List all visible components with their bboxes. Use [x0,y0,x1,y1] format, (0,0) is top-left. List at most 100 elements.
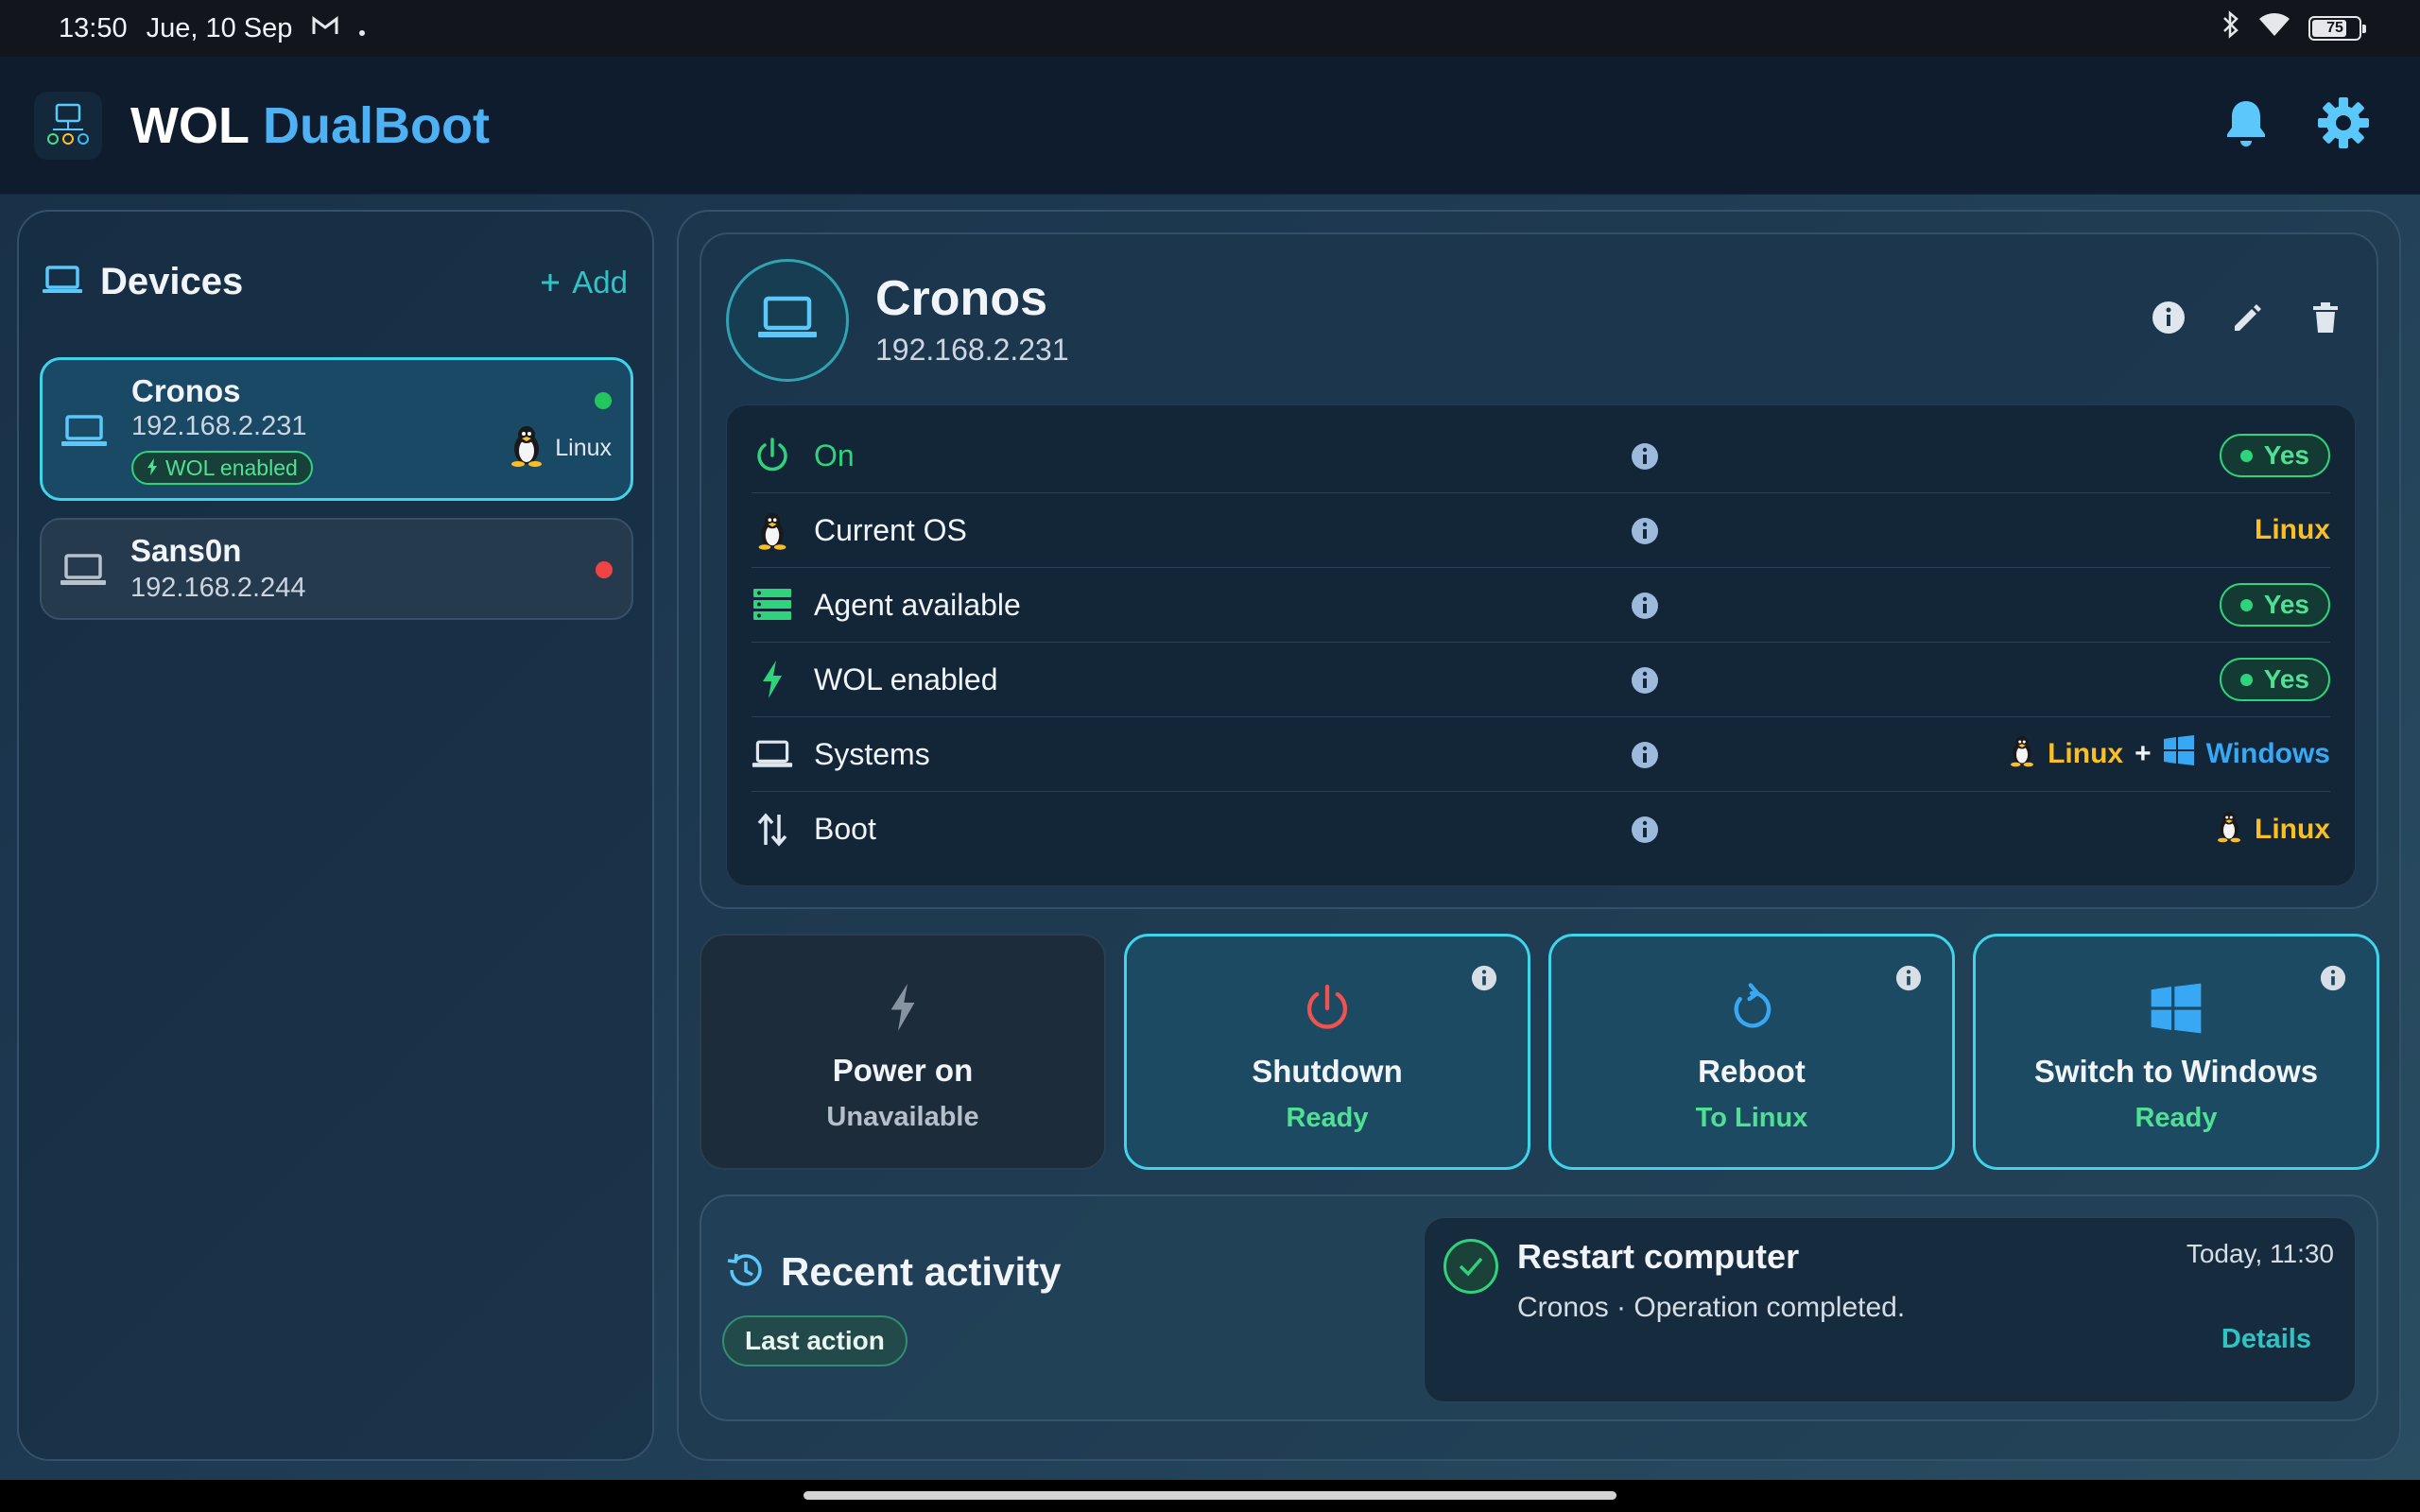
check-icon [1443,1239,1498,1294]
yes-badge: Yes [2219,658,2330,701]
status-label: Current OS [814,512,967,547]
laptop-icon [60,413,109,454]
wol-enabled-badge: WOL enabled [131,451,313,485]
notification-dot-icon [358,13,366,44]
laptop-icon [59,552,108,593]
server-icon [752,588,793,622]
battery-icon: 75 [2308,16,2366,41]
status-row-power: On Yes [752,419,2330,493]
bluetooth-icon [2221,10,2240,46]
laptop-icon [752,737,793,771]
delete-trash-icon[interactable] [2310,301,2341,339]
power-on-button[interactable]: Power on Unavailable [700,934,1106,1170]
action-title: Shutdown [1252,1054,1403,1089]
edit-pencil-icon[interactable] [2231,301,2265,339]
linux-tux-icon [2215,808,2243,851]
status-row-agent: Agent available Yes [752,568,2330,643]
info-icon[interactable] [1631,592,1659,625]
action-status: To Linux [1695,1103,1808,1133]
system-windows: Windows [2205,738,2330,769]
action-status: Ready [1286,1103,1369,1133]
windows-logo-icon [2147,980,2205,1037]
power-icon [752,437,793,474]
lightning-icon [889,979,917,1036]
status-row-boot: Boot Linux [752,792,2330,867]
recent-activity-card: Recent activity Last action Restart comp… [700,1194,2378,1421]
info-icon[interactable] [2152,301,2186,339]
status-row-current-os: Current OS Linux [752,493,2330,568]
device-ip: 192.168.2.231 [131,411,307,441]
shutdown-button[interactable]: Shutdown Ready [1124,934,1530,1170]
info-icon[interactable] [1895,965,1922,996]
device-detail-card: Cronos 192.168.2.231 On Yes Current OS L… [700,232,2378,909]
device-name: Sans0n [130,533,242,568]
systems-plus: + [2135,738,2152,769]
activity-title: Restart computer [1517,1237,1800,1276]
lightning-icon [752,661,793,698]
history-icon [724,1251,764,1294]
info-icon[interactable] [1631,442,1659,475]
status-row-wol: WOL enabled Yes [752,643,2330,717]
current-os-value: Linux [2255,514,2330,545]
settings-gear-icon[interactable] [2316,95,2371,155]
device-ip: 192.168.2.244 [130,573,306,603]
status-label: On [814,438,855,472]
home-gesture-handle[interactable] [804,1491,1616,1500]
device-card-cronos[interactable]: Cronos 192.168.2.231 WOL enabled Linux [40,357,633,501]
action-status: Ready [2135,1103,2218,1133]
linux-tux-icon [508,422,545,474]
device-avatar [726,259,849,382]
last-action-chip[interactable]: Last action [722,1315,908,1366]
info-icon[interactable] [1471,965,1497,996]
yes-badge: Yes [2219,583,2330,627]
status-label: WOL enabled [814,662,998,696]
switch-to-windows-button[interactable]: Switch to Windows Ready [1973,934,2379,1170]
app-bar: WOL DualBoot [0,57,2420,195]
info-icon[interactable] [1631,816,1659,849]
power-icon [1302,980,1353,1037]
status-label: Agent available [814,587,1021,622]
action-status: Unavailable [826,1102,979,1132]
status-row-systems: Systems Linux + Windows [752,717,2330,792]
linux-tux-icon [2008,732,2036,776]
details-link[interactable]: Details [2221,1324,2311,1355]
add-device-button[interactable]: Add [540,265,628,301]
lightning-icon [147,455,158,481]
linux-tux-icon [752,508,793,552]
device-name-title: Cronos [875,271,1047,326]
plus-icon [540,265,561,301]
device-card-sans0n[interactable]: Sans0n 192.168.2.244 [40,518,633,620]
system-linux: Linux [2048,738,2124,769]
activity-time: Today, 11:30 [2186,1239,2334,1268]
battery-level: 75 [2326,20,2343,36]
offline-status-dot [596,561,613,578]
restart-icon [1728,980,1775,1037]
devices-panel: Devices Add Cronos 192.168.2.231 WOL ena… [17,210,654,1461]
boot-os-value: Linux [2255,813,2330,845]
status-date: Jue, 10 Sep [146,12,293,43]
action-title: Reboot [1698,1054,1806,1089]
device-name: Cronos [131,373,241,408]
app-logo-icon [34,91,102,160]
devices-title: Devices [100,261,244,302]
add-label: Add [572,264,628,300]
activity-item: Restart computer Cronos · Operation comp… [1424,1217,2356,1402]
wifi-icon [2257,11,2291,45]
info-icon[interactable] [1631,517,1659,550]
system-navigation-bar [0,1480,2420,1512]
info-icon[interactable] [1631,741,1659,774]
info-icon[interactable] [2320,965,2346,996]
windows-logo-icon [2163,734,2195,774]
status-label: Boot [814,812,876,846]
app-title: WOL DualBoot [130,96,490,154]
device-ip-address: 192.168.2.231 [875,333,1069,367]
reboot-button[interactable]: Reboot To Linux [1548,934,1955,1170]
online-status-dot [595,392,612,409]
info-icon[interactable] [1631,666,1659,699]
device-status-table: On Yes Current OS Linux Agent available … [726,404,2356,886]
notifications-bell-icon[interactable] [2223,97,2269,153]
action-title: Switch to Windows [2033,1054,2319,1089]
laptop-icon [756,295,819,347]
action-title: Power on [832,1053,974,1088]
device-os: Linux [508,422,612,474]
